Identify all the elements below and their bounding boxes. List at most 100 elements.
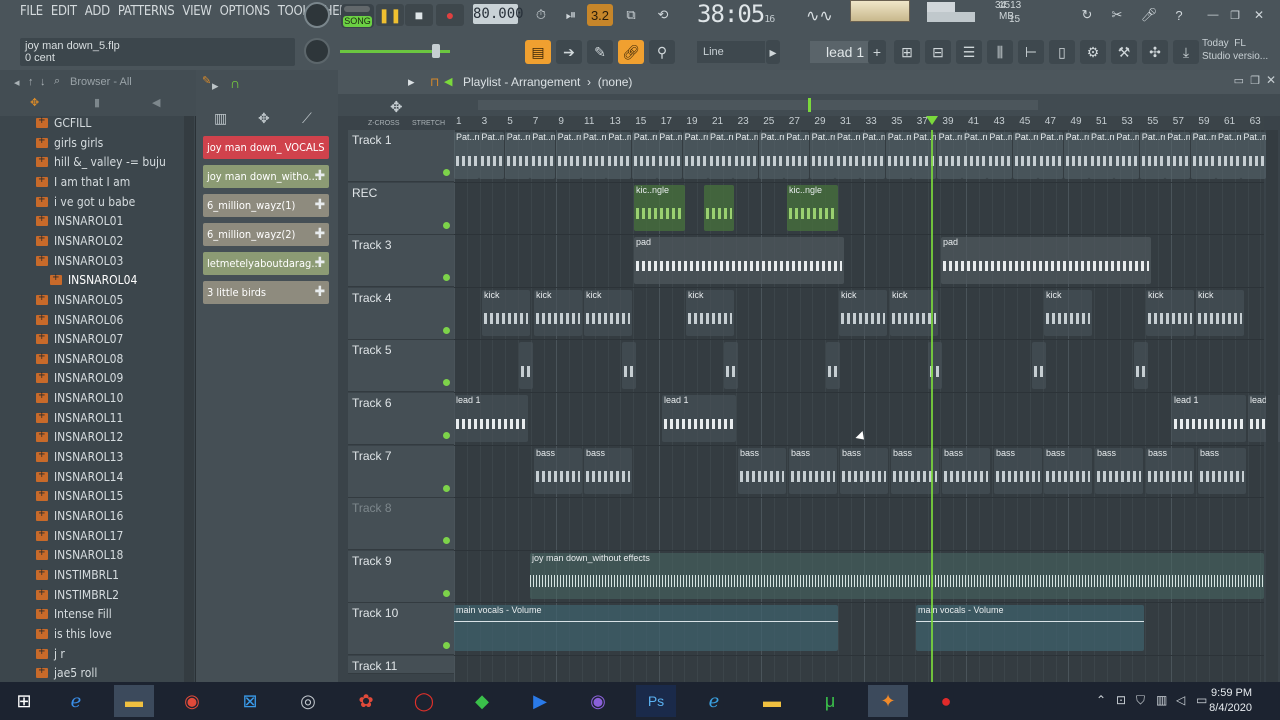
playlist-clip[interactable]: kick: [1196, 289, 1244, 337]
track-header[interactable]: Track 5: [348, 340, 454, 393]
browser-item[interactable]: girls girls: [36, 135, 103, 155]
playlist-clip[interactable]: bass: [1146, 447, 1194, 495]
plugin-icon[interactable]: ⚙: [1080, 40, 1106, 64]
master-pitch-knob[interactable]: [304, 38, 330, 64]
playlist-clip[interactable]: Pat..rn 1: [1241, 132, 1267, 179]
countdown-icon[interactable]: 3.2: [587, 4, 613, 26]
track-header[interactable]: Track 3: [348, 235, 454, 288]
maximize-window-icon[interactable]: ❐: [1222, 4, 1248, 26]
playlist-clip[interactable]: bass: [1095, 447, 1143, 495]
help-icon[interactable]: ?: [1166, 4, 1192, 26]
bar-number[interactable]: 61: [1224, 116, 1235, 127]
picker-item[interactable]: joy man down_ VOCALS: [203, 136, 329, 159]
wait-input-icon[interactable]: ⏯: [558, 4, 584, 26]
news-panel[interactable]: Today FL Studio versio...: [1202, 37, 1278, 67]
playlist-menu-icon[interactable]: ▸: [408, 74, 415, 90]
menu-file[interactable]: FILE: [20, 4, 43, 22]
edge-icon[interactable]: ℯ: [694, 685, 734, 717]
picker-item[interactable]: 6_million_wayz(2) ✚: [203, 223, 329, 246]
browser-item[interactable]: INSNAROL07: [36, 331, 123, 351]
menu-patterns[interactable]: PATTERNS: [118, 4, 175, 22]
document-icon[interactable]: ▯: [1049, 40, 1075, 64]
add-pattern-icon[interactable]: +: [868, 40, 886, 64]
playlist-clip[interactable]: bass: [738, 447, 786, 495]
track-mute-button[interactable]: [443, 589, 450, 597]
browser-item[interactable]: Intense Fill: [36, 606, 112, 626]
store-icon[interactable]: ⊠: [230, 685, 270, 717]
volume-icon[interactable]: ◁: [1176, 693, 1185, 707]
pencil-tool-icon[interactable]: ✎: [587, 40, 613, 64]
ie-icon[interactable]: ℯ: [56, 685, 96, 717]
track-header[interactable]: Track 1: [348, 130, 454, 182]
bar-number[interactable]: 15: [635, 116, 646, 127]
close-window-icon[interactable]: ✕: [1246, 4, 1272, 26]
bar-number[interactable]: 43: [994, 116, 1005, 127]
track-mute-button[interactable]: [443, 326, 450, 334]
track-mute-button[interactable]: [443, 274, 450, 282]
pencil-icon[interactable]: ✎: [202, 74, 211, 87]
playlist-clip[interactable]: kic..ngle: [787, 184, 838, 232]
menu-edit[interactable]: EDIT: [51, 4, 77, 22]
bar-number[interactable]: 7: [533, 116, 539, 127]
collapse-arrow-icon[interactable]: ◂: [14, 76, 20, 89]
stop-button[interactable]: ■: [405, 4, 433, 26]
playlist-clip[interactable]: [1032, 342, 1046, 389]
download-icon[interactable]: ⤓: [1173, 40, 1199, 64]
browser-icon[interactable]: ◉: [578, 685, 618, 717]
add-icon[interactable]: ✚: [314, 281, 325, 304]
playlist-clip[interactable]: bass: [534, 447, 582, 495]
playlist-clip[interactable]: bass: [942, 447, 990, 495]
bar-number[interactable]: 33: [866, 116, 877, 127]
bar-number[interactable]: 3: [482, 116, 488, 127]
playlist-clip[interactable]: Pat..rn 1: [1089, 132, 1114, 179]
bar-number[interactable]: 35: [891, 116, 902, 127]
metronome-icon[interactable]: ⏱: [528, 4, 554, 26]
browser-item[interactable]: INSNAROL09: [36, 370, 123, 390]
menu-options[interactable]: OPTIONS: [220, 4, 270, 22]
start-icon[interactable]: ⊞: [4, 685, 44, 717]
restore-icon[interactable]: ❐: [1250, 74, 1260, 87]
browser-item[interactable]: I am that I am: [36, 174, 130, 194]
browser-item[interactable]: i ve got u babe: [36, 194, 135, 214]
playlist-clip[interactable]: Pat..rn 1: [835, 132, 860, 179]
browser-item[interactable]: is this love: [36, 626, 112, 646]
browser-item[interactable]: INSNAROL02: [36, 233, 123, 253]
playlist-clip[interactable]: Pat..rn 1: [631, 132, 657, 179]
playlist-clip[interactable]: [1134, 342, 1148, 389]
playlist-clip[interactable]: [622, 342, 636, 389]
bar-number[interactable]: 27: [789, 116, 800, 127]
browser-item[interactable]: INSNAROL05: [36, 292, 123, 312]
playlist-clip[interactable]: [704, 184, 734, 232]
bar-number[interactable]: 41: [968, 116, 979, 127]
automation-clip[interactable]: main vocals - Volume: [454, 605, 838, 652]
menu-add[interactable]: ADD: [85, 4, 110, 22]
playlist-clip[interactable]: [519, 342, 533, 389]
fan-icon[interactable]: ✣: [1142, 40, 1168, 64]
playlist-clip[interactable]: kick: [1044, 289, 1092, 337]
bar-number[interactable]: 17: [661, 116, 672, 127]
playlist-clip[interactable]: kick: [584, 289, 632, 337]
pattern-selector[interactable]: lead 1: [810, 41, 876, 63]
browser-item[interactable]: hill &_ valley -= buju: [36, 154, 166, 174]
playlist-clip[interactable]: Pat..rn 1: [504, 132, 530, 179]
system-clock[interactable]: 9:59 PM 8/4/2020: [1209, 686, 1252, 716]
photoshop-icon[interactable]: Ps: [636, 685, 676, 717]
bar-number[interactable]: 5: [507, 116, 513, 127]
record-button[interactable]: ●: [436, 4, 464, 26]
playlist-clip[interactable]: Pat..rn 1: [987, 132, 1013, 179]
picker-item[interactable]: 6_million_wayz(1) ✚: [203, 194, 329, 217]
snap-selector[interactable]: Line: [697, 41, 765, 63]
playlist-clip[interactable]: Pat..rn 1: [758, 132, 784, 179]
picker-item[interactable]: 3 little birds ✚: [203, 281, 329, 304]
bar-number[interactable]: 23: [738, 116, 749, 127]
opera-icon[interactable]: ◯: [404, 685, 444, 717]
playlist-clip[interactable]: bass: [1198, 447, 1246, 495]
audio-clip[interactable]: joy man down_without effects: [530, 552, 1264, 599]
track-mute-button[interactable]: [443, 537, 450, 545]
folder-icon[interactable]: ▬: [752, 685, 792, 717]
playlist-clip[interactable]: Pat..rn 1: [606, 132, 632, 179]
playlist-clip[interactable]: Pat..rn 1: [809, 132, 835, 179]
playlist-icon[interactable]: ⊞: [894, 40, 920, 64]
playlist-clip[interactable]: Pat..rn 1: [454, 132, 479, 179]
playlist-clip[interactable]: Pat..rn 1: [555, 132, 581, 179]
